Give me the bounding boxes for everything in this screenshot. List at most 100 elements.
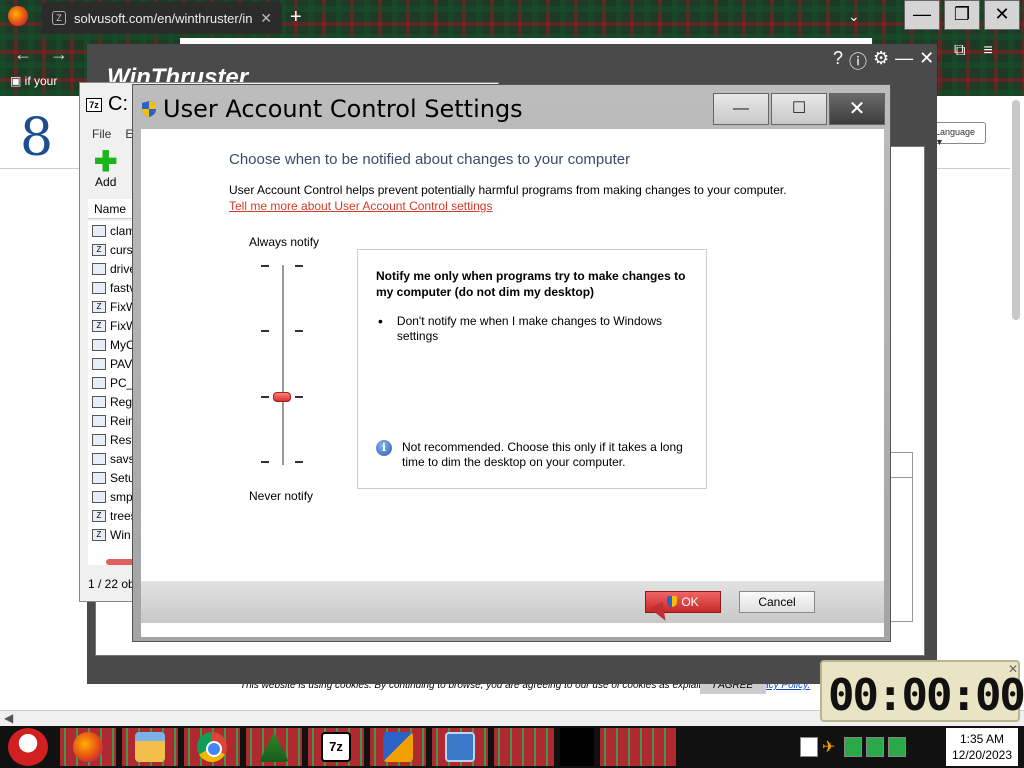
forward-arrow-icon[interactable]: → xyxy=(50,44,68,65)
file-name: MyC xyxy=(110,337,135,352)
exe-file-icon xyxy=(92,452,106,465)
taskbar-clock[interactable]: 1:35 AM 12/20/2023 xyxy=(946,728,1018,766)
hamburger-menu-icon[interactable]: ≡ xyxy=(983,42,992,60)
info-icon[interactable]: ⓘ xyxy=(849,48,867,74)
ok-shield-icon xyxy=(667,596,678,607)
close-button[interactable]: ✕ xyxy=(984,0,1020,30)
zip-file-icon: Z xyxy=(92,509,106,522)
exe-file-icon xyxy=(92,376,106,389)
gear-icon[interactable]: ⚙ xyxy=(873,48,889,74)
language-selector[interactable]: Language ▼ xyxy=(930,122,986,147)
taskbar-file-explorer[interactable] xyxy=(122,728,178,766)
uac-shield-icon xyxy=(142,101,156,117)
ok-label: OK xyxy=(681,595,699,609)
zip-file-icon: Z xyxy=(92,243,106,256)
menu-file[interactable]: File xyxy=(92,127,111,141)
start-button[interactable] xyxy=(8,728,48,766)
tab-close-icon[interactable]: ✕ xyxy=(260,10,272,27)
taskbar-7zip[interactable]: 7z xyxy=(308,728,364,766)
slider-tick xyxy=(295,265,303,267)
page-scrollbar[interactable] xyxy=(1012,100,1020,320)
minimize-icon[interactable]: — xyxy=(895,48,913,74)
info-circle-icon: i xyxy=(376,440,392,456)
taskbar-chrome[interactable] xyxy=(184,728,240,766)
control-panel-icon xyxy=(445,732,475,762)
tray-winthruster-icon[interactable]: ✈ xyxy=(822,737,840,757)
tray-flag-icon[interactable] xyxy=(800,737,818,757)
taskbar-christmas-tree[interactable] xyxy=(246,728,302,766)
file-name: curs xyxy=(110,242,133,257)
taskbar-winthruster[interactable] xyxy=(370,728,426,766)
slider-tick xyxy=(261,461,269,463)
slider-label-always: Always notify xyxy=(249,235,320,249)
status-bar: 1 / 22 ob xyxy=(88,577,135,591)
minimize-button[interactable]: — xyxy=(904,0,940,30)
level-note: i Not recommended. Choose this only if i… xyxy=(376,440,696,470)
file-name: Setu xyxy=(110,470,135,485)
uac-body: Choose when to be notified about changes… xyxy=(141,129,884,581)
close-icon[interactable]: ✕ xyxy=(919,48,934,74)
christmas-tree-icon xyxy=(259,732,289,762)
exe-file-icon xyxy=(92,433,106,446)
exe-file-icon xyxy=(92,281,106,294)
bookmark-label: if your xyxy=(24,74,58,88)
taskbar-item[interactable] xyxy=(494,728,554,766)
add-label: Add xyxy=(95,175,117,189)
uac-title: User Account Control Settings xyxy=(163,95,523,123)
file-name: Win xyxy=(110,527,131,542)
taskbar-item[interactable] xyxy=(600,728,676,766)
extensions-icon[interactable]: ⧉ xyxy=(954,42,965,60)
level-note-text: Not recommended. Choose this only if it … xyxy=(402,440,683,469)
file-name: PAV xyxy=(110,356,133,371)
taskbar-control-panel[interactable] xyxy=(432,728,488,766)
winthruster-controls: ? ⓘ ⚙ — ✕ xyxy=(833,48,934,74)
taskbar-firefox[interactable] xyxy=(60,728,116,766)
toolbar-right: ⧉ ≡ xyxy=(954,42,993,60)
firefox-menu-icon[interactable] xyxy=(8,6,28,26)
add-button[interactable]: ✚ Add xyxy=(94,148,117,190)
sevenzip-title: C: xyxy=(108,93,128,115)
zip-file-icon: Z xyxy=(92,319,106,332)
uac-dialog: User Account Control Settings — ☐ ✕ Choo… xyxy=(132,84,891,642)
tray-network-icon[interactable] xyxy=(844,737,862,757)
timer-widget: 00:00:00 ✕ xyxy=(820,660,1024,722)
exe-file-icon xyxy=(92,357,106,370)
uac-maximize-button[interactable]: ☐ xyxy=(771,93,827,125)
uac-close-button[interactable]: ✕ xyxy=(829,93,885,125)
file-name: smp xyxy=(110,489,133,504)
level-title: Notify me only when programs try to make… xyxy=(376,269,686,299)
notification-level-slider[interactable] xyxy=(261,265,305,465)
language-label: Language xyxy=(935,127,976,137)
level-bullet-text: Don't notify me when I make changes to W… xyxy=(396,314,662,343)
help-icon[interactable]: ? xyxy=(833,48,843,74)
uac-window-controls: — ☐ ✕ xyxy=(713,93,885,125)
exe-file-icon xyxy=(92,338,106,351)
slider-tick xyxy=(261,265,269,267)
taskbar: 7z ✈ 1:35 AM 12/20/2023 xyxy=(0,726,1024,768)
browser-tab[interactable]: Z solvusoft.com/en/winthruster/ins ✕ xyxy=(42,2,282,34)
scroll-left-icon[interactable]: ◀ xyxy=(4,711,13,725)
timer-close-icon[interactable]: ✕ xyxy=(1008,662,1018,676)
uac-titlebar: User Account Control Settings xyxy=(141,95,523,123)
uac-learn-more-link[interactable]: Tell me more about User Account Control … xyxy=(229,199,492,213)
exe-file-icon xyxy=(92,224,106,237)
cancel-button[interactable]: Cancel xyxy=(739,591,815,613)
bookmark-item[interactable]: ▣ if your xyxy=(10,74,57,88)
tab-list-chevron-icon[interactable]: ⌄ xyxy=(848,8,860,25)
uac-minimize-button[interactable]: — xyxy=(713,93,769,125)
tab-favicon-icon: Z xyxy=(52,11,66,25)
slider-label-never: Never notify xyxy=(249,489,314,503)
slider-track[interactable] xyxy=(282,265,284,465)
taskbar-spacer xyxy=(560,728,594,766)
back-arrow-icon[interactable]: ← xyxy=(14,44,32,65)
file-name: Rest xyxy=(110,432,135,447)
firefox-icon xyxy=(73,732,103,762)
restore-button[interactable]: ❐ xyxy=(944,0,980,30)
exe-file-icon xyxy=(92,262,106,275)
slider-thumb[interactable] xyxy=(273,392,291,402)
browser-tabstrip: Z solvusoft.com/en/winthruster/ins ✕ + ⌄… xyxy=(0,0,1024,36)
tray-display-icon[interactable] xyxy=(866,737,884,757)
tray-volume-icon[interactable] xyxy=(888,737,906,757)
slider-tick xyxy=(295,396,303,398)
new-tab-button[interactable]: + xyxy=(290,6,302,29)
